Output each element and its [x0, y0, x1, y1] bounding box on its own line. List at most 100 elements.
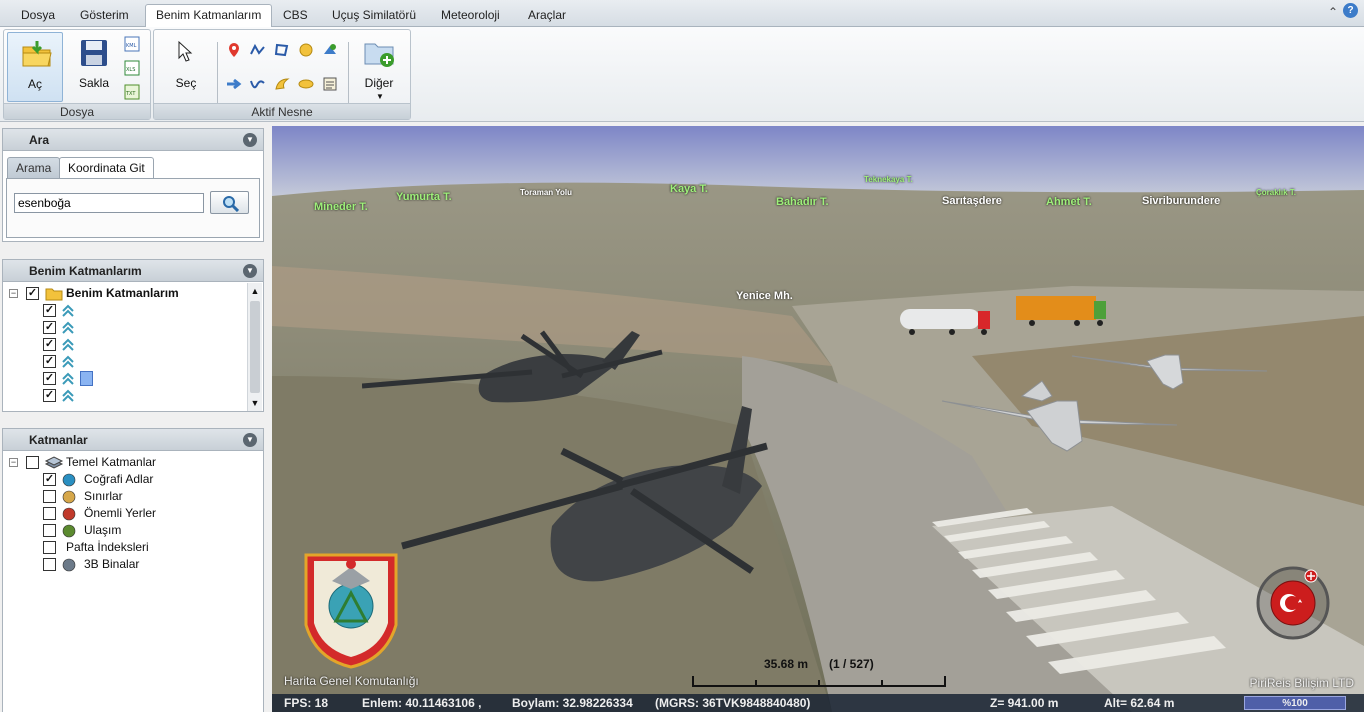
scroll-thumb[interactable]	[250, 301, 260, 393]
chevron-down-icon[interactable]: ▼	[243, 264, 257, 278]
collapse-toggle[interactable]: −	[9, 289, 18, 298]
tab-benim-katmanlarim[interactable]: Benim Katmanlarım	[145, 4, 273, 28]
layers-panel: Katmanlar ▼ − Temel Katmanlar ✓ Coğrafi A…	[2, 428, 264, 712]
layers-header[interactable]: Katmanlar ▼	[3, 429, 263, 451]
help-icon[interactable]: ?	[1343, 3, 1358, 18]
curve-icon[interactable]	[250, 76, 266, 92]
layer-item[interactable]: Önemli Yerler	[43, 505, 253, 522]
tab-search[interactable]: Arama	[7, 157, 61, 179]
circle-icon[interactable]	[298, 42, 314, 58]
scroll-down-icon[interactable]: ▼	[248, 395, 262, 411]
place-label[interactable]: Sarıtaşdere	[942, 195, 1002, 207]
search-input[interactable]	[14, 193, 204, 213]
map-3d-view[interactable]: Mineder T. Yumurta T. Toraman Yolu Kaya T. T…	[272, 126, 1364, 712]
my-layer-item[interactable]: ✓	[43, 353, 243, 370]
chevron-down-icon[interactable]: ▼	[243, 133, 257, 147]
other-button[interactable]: Diğer ▼	[354, 32, 404, 102]
scale-distance: 35.68 m	[764, 657, 809, 671]
status-bar: FPS: 18 Enlem: 40.11463106 , Boylam: 32.…	[272, 694, 1364, 712]
layer-checkbox[interactable]	[43, 507, 56, 520]
layer-item[interactable]: Pafta İndeksleri	[43, 539, 253, 556]
scrollbar[interactable]: ▲ ▼	[247, 283, 262, 411]
place-label[interactable]: Bahadır T.	[776, 196, 829, 208]
tab-gosterim[interactable]: Gösterim	[70, 5, 139, 27]
floppy-icon	[81, 40, 107, 66]
tab-dosya[interactable]: Dosya	[11, 5, 65, 27]
placemark-icon[interactable]	[226, 42, 242, 58]
my-layer-item[interactable]: ✓	[43, 370, 243, 387]
polyline-icon[interactable]	[250, 42, 266, 58]
active-object-group: Seç Diğer ▼ Aktif Nesne	[153, 29, 411, 120]
tab-ucus-similatoru[interactable]: Uçuş Similatörü	[322, 5, 426, 27]
tab-goto-coordinate[interactable]: Koordinata Git	[59, 157, 154, 179]
search-button[interactable]	[210, 191, 249, 214]
longitude-readout: Boylam: 32.98226334	[512, 696, 633, 710]
layer-label: 3B Binalar	[84, 557, 140, 571]
layer-item[interactable]: ✓ Coğrafi Adlar	[43, 471, 253, 488]
menu-bar: Dosya Gösterim Benim Katmanlarım CBS Uçu…	[0, 0, 1364, 28]
place-label[interactable]: Mineder T.	[314, 201, 368, 213]
my-layer-item[interactable]: ✓	[43, 336, 243, 353]
my-layer-item[interactable]: ✓	[43, 302, 243, 319]
layer-checkbox[interactable]	[43, 524, 56, 537]
layer-checkbox[interactable]: ✓	[43, 389, 56, 402]
arrow-icon[interactable]	[226, 76, 242, 92]
z-readout: Z= 941.00 m	[990, 696, 1059, 710]
base-layers-checkbox[interactable]	[26, 456, 39, 469]
root-checkbox[interactable]: ✓	[26, 287, 39, 300]
place-label[interactable]: Toraman Yolu	[520, 188, 572, 197]
uav-models	[941, 354, 1268, 452]
svg-text:TXT: TXT	[125, 91, 136, 97]
compass-control[interactable]	[1256, 566, 1330, 640]
place-label[interactable]: Kaya T.	[670, 183, 708, 195]
collapse-ribbon-icon[interactable]: ⌃	[1328, 5, 1338, 19]
scroll-up-icon[interactable]: ▲	[248, 283, 262, 299]
my-layer-item[interactable]: ✓	[43, 319, 243, 336]
place-label[interactable]: Ahmet T.	[1046, 196, 1092, 208]
layers-stack-icon	[44, 456, 64, 469]
mgrs-readout: (MGRS: 36TVK9848840480)	[655, 696, 811, 710]
layer-item[interactable]: Sınırlar	[43, 488, 253, 505]
layer-checkbox[interactable]	[43, 558, 56, 571]
layer-item[interactable]: 3B Binalar	[43, 556, 253, 573]
my-layers-header[interactable]: Benim Katmanlarım ▼	[3, 260, 263, 282]
search-icon	[223, 196, 239, 212]
layer-checkbox[interactable]: ✓	[43, 338, 56, 351]
layer-item[interactable]: Ulaşım	[43, 522, 253, 539]
layer-checkbox[interactable]: ✓	[43, 355, 56, 368]
place-label[interactable]: Sivriburundere	[1142, 195, 1220, 207]
polygon-icon[interactable]	[274, 42, 290, 58]
layer-checkbox[interactable]: ✓	[43, 304, 56, 317]
kml-export-icon[interactable]: KML	[124, 36, 140, 52]
my-layers-root[interactable]: − ✓ Benim Katmanlarım	[9, 285, 249, 302]
layer-checkbox[interactable]	[43, 490, 56, 503]
layer-checkbox[interactable]: ✓	[43, 321, 56, 334]
add-folder-icon	[364, 43, 394, 67]
layer-checkbox[interactable]: ✓	[43, 372, 56, 385]
txt-export-icon[interactable]: TXT	[124, 84, 140, 100]
layer-style-icon	[62, 372, 74, 385]
tab-cbs[interactable]: CBS	[273, 5, 318, 27]
select-button[interactable]: Seç	[164, 32, 208, 102]
folder-icon	[45, 288, 63, 301]
my-layer-item[interactable]: ✓	[43, 387, 243, 404]
model-icon[interactable]	[322, 42, 338, 58]
freehand-icon[interactable]	[274, 76, 290, 92]
tab-meteoroloji[interactable]: Meteoroloji	[431, 5, 510, 27]
save-button[interactable]: Sakla	[66, 32, 122, 102]
ellipse-icon[interactable]	[298, 76, 314, 92]
base-layers-root[interactable]: − Temel Katmanlar	[9, 454, 249, 471]
place-label[interactable]: Yenice Mh.	[736, 290, 793, 302]
place-label[interactable]: Çoraklık T.	[1256, 188, 1296, 197]
xls-export-icon[interactable]: XLS	[124, 60, 140, 76]
place-label[interactable]: Yumurta T.	[396, 191, 452, 203]
tab-araclar[interactable]: Araçlar	[518, 5, 576, 27]
open-button[interactable]: Aç	[7, 32, 63, 102]
chevron-down-icon[interactable]: ▼	[243, 433, 257, 447]
place-label[interactable]: Teknekaya T.	[864, 175, 913, 184]
text-note-icon[interactable]	[322, 76, 338, 92]
layer-checkbox[interactable]: ✓	[43, 473, 56, 486]
collapse-toggle[interactable]: −	[9, 458, 18, 467]
layer-checkbox[interactable]	[43, 541, 56, 554]
search-panel-header[interactable]: Ara ▼	[3, 129, 263, 151]
